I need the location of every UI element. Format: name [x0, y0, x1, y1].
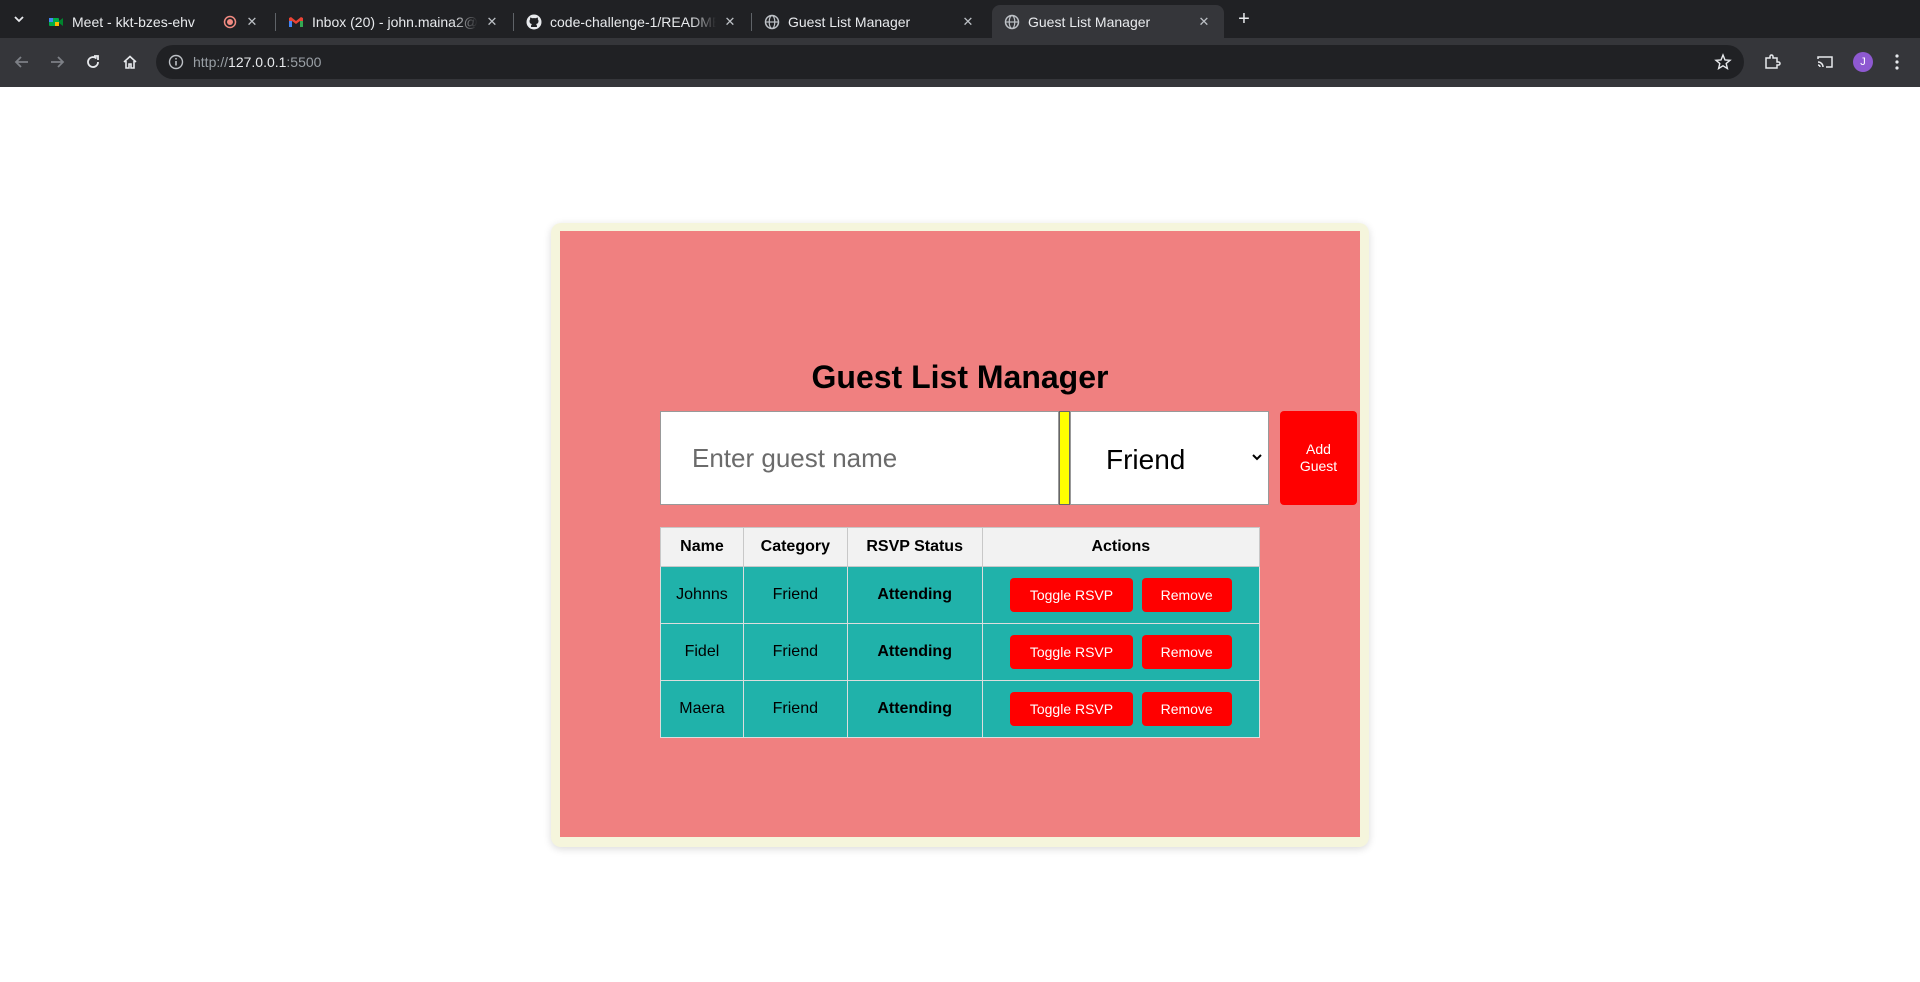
chevron-down-icon: [1250, 450, 1264, 464]
close-icon[interactable]: ✕: [484, 14, 500, 30]
tab-title: code-challenge-1/README: [550, 13, 716, 30]
tab-github[interactable]: code-challenge-1/README ✕: [514, 5, 750, 38]
cast-icon[interactable]: [1813, 50, 1837, 74]
remove-button[interactable]: Remove: [1141, 692, 1232, 726]
header-rsvp-status: RSVP Status: [846, 527, 983, 567]
remove-button[interactable]: Remove: [1141, 635, 1232, 669]
tab-inbox[interactable]: Inbox (20) - john.maina2@ ✕: [276, 5, 512, 38]
category-selected-value: Friend: [1106, 444, 1186, 475]
gmail-icon: [288, 14, 304, 30]
more-menu-icon[interactable]: [1885, 50, 1909, 74]
row-actions: Toggle RSVP Remove: [981, 623, 1261, 681]
url-text: http://127.0.0.1:5500: [193, 54, 322, 70]
remove-button[interactable]: Remove: [1141, 578, 1232, 612]
table-row: Johnns Friend Attending Toggle RSVP Remo…: [660, 566, 1261, 624]
browser-tab-strip: Meet - kkt-bzes-ehv ✕ Inbox (20) - john.…: [0, 0, 1920, 38]
tab-guest-list-1[interactable]: Guest List Manager ✕: [752, 5, 988, 38]
header-actions: Actions: [981, 527, 1261, 567]
tab-title: Guest List Manager: [1028, 13, 1151, 30]
table-row: Fidel Friend Attending Toggle RSVP Remov…: [660, 623, 1261, 681]
toggle-rsvp-button[interactable]: Toggle RSVP: [1009, 692, 1134, 726]
toggle-rsvp-button[interactable]: Toggle RSVP: [1009, 635, 1134, 669]
home-icon[interactable]: [118, 50, 142, 74]
globe-icon: [1004, 14, 1020, 30]
category-select[interactable]: Friend: [1070, 411, 1269, 505]
guest-name: Maera: [660, 680, 744, 738]
guest-category: Friend: [742, 623, 848, 681]
address-bar[interactable]: http://127.0.0.1:5500: [156, 45, 1744, 79]
back-arrow-icon[interactable]: [10, 50, 34, 74]
guest-category: Friend: [742, 566, 848, 624]
profile-avatar[interactable]: J: [1853, 52, 1873, 72]
input-divider: [1059, 411, 1070, 505]
header-name: Name: [660, 527, 744, 567]
toggle-rsvp-button[interactable]: Toggle RSVP: [1009, 578, 1134, 612]
row-actions: Toggle RSVP Remove: [981, 680, 1261, 738]
tab-guest-list-active[interactable]: Guest List Manager ✕: [992, 5, 1224, 38]
tab-meet[interactable]: Meet - kkt-bzes-ehv ✕: [36, 5, 272, 38]
guest-name: Fidel: [660, 623, 744, 681]
guest-name-input[interactable]: [660, 411, 1059, 505]
table-header-row: Name Category RSVP Status Actions: [660, 527, 1261, 567]
close-icon[interactable]: ✕: [244, 14, 260, 30]
close-icon[interactable]: ✕: [960, 14, 976, 30]
rsvp-status: Attending: [846, 680, 983, 738]
guest-category: Friend: [742, 680, 848, 738]
site-info-icon[interactable]: [168, 54, 184, 70]
guest-table: Name Category RSVP Status Actions Johnns…: [660, 527, 1261, 738]
globe-icon: [764, 14, 780, 30]
page-title: Guest List Manager: [811, 359, 1109, 395]
table-row: Maera Friend Attending Toggle RSVP Remov…: [660, 680, 1261, 738]
extensions-puzzle-icon[interactable]: [1760, 50, 1784, 74]
app-container: Guest List Manager Friend Add Guest Name…: [551, 223, 1369, 847]
google-meet-icon: [48, 14, 64, 30]
tab-search-chevron-icon[interactable]: [7, 7, 31, 31]
new-tab-plus-icon[interactable]: +: [1232, 7, 1256, 31]
tab-title: Inbox (20) - john.maina2@: [312, 13, 478, 30]
header-category: Category: [742, 527, 848, 567]
guest-name: Johnns: [660, 566, 744, 624]
bookmark-star-icon[interactable]: [1714, 53, 1732, 71]
close-icon[interactable]: ✕: [1196, 14, 1212, 30]
tab-title: Guest List Manager: [788, 13, 911, 30]
rsvp-status: Attending: [846, 566, 983, 624]
app-card: Guest List Manager Friend Add Guest Name…: [560, 231, 1360, 837]
close-icon[interactable]: ✕: [722, 14, 738, 30]
add-guest-button[interactable]: Add Guest: [1280, 411, 1357, 505]
browser-toolbar: http://127.0.0.1:5500 J: [0, 38, 1920, 87]
reload-icon[interactable]: [81, 50, 105, 74]
recording-icon: [222, 14, 238, 30]
row-actions: Toggle RSVP Remove: [981, 566, 1261, 624]
rsvp-status: Attending: [846, 623, 983, 681]
github-icon: [526, 14, 542, 30]
forward-arrow-icon[interactable]: [45, 50, 69, 74]
tab-title: Meet - kkt-bzes-ehv: [72, 13, 195, 30]
